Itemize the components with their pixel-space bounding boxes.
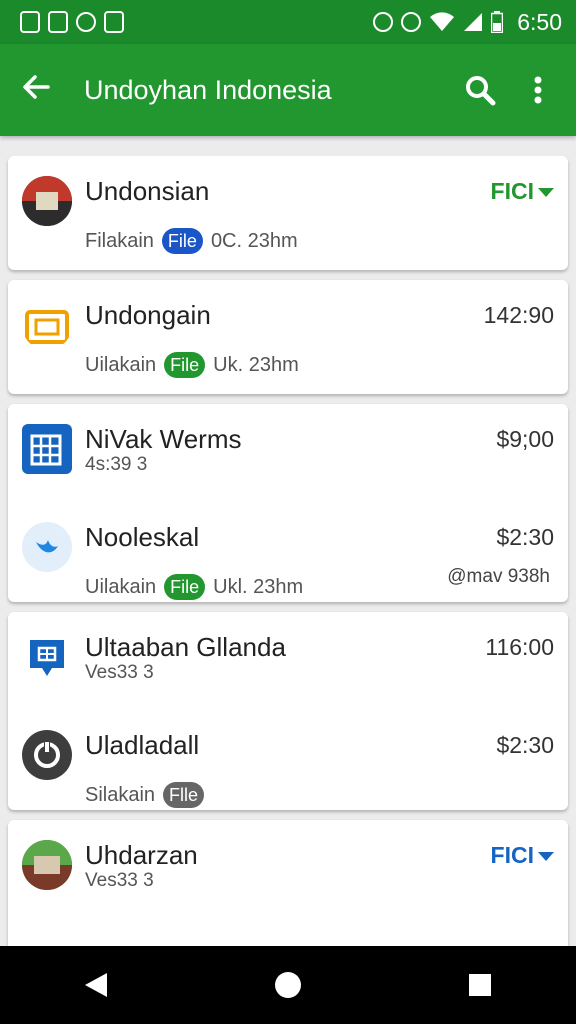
notification-icon (48, 11, 68, 33)
gate-icon (22, 300, 72, 350)
item-sub-value: Uk. 23hm (213, 353, 299, 376)
item-name: Undongain (85, 300, 211, 330)
list-card: Ultaaban Gllanda Ves33 3 116:00 Uladlada… (8, 612, 568, 810)
location-pin-icon (22, 632, 72, 682)
file-badge: File (164, 352, 206, 378)
group-photo-avatar (22, 176, 72, 226)
building-icon (22, 424, 72, 474)
item-subline: Filakain File 0C. 23hm (85, 228, 298, 254)
bird-icon (22, 522, 72, 572)
list-card: Undonsian Filakain File 0C. 23hm FICI (8, 156, 568, 270)
item-name: Ultaaban Gllanda (85, 632, 286, 662)
item-status[interactable]: FICI (491, 178, 554, 205)
item-name: Uhdarzan (85, 840, 198, 870)
chat-list[interactable]: Undonsian Filakain File 0C. 23hm FICI Un… (0, 156, 576, 946)
system-nav-bar (0, 946, 576, 1024)
item-name: Uladladall (85, 730, 200, 760)
item-sub-label: Uilakain (85, 353, 157, 376)
back-nav-button[interactable] (66, 955, 126, 1015)
list-item[interactable]: Undongain Uilakain File Uk. 23hm 142:90 (8, 280, 568, 394)
home-nav-button[interactable] (258, 955, 318, 1015)
file-badge: Flle (163, 782, 205, 808)
back-arrow-icon[interactable] (22, 71, 62, 110)
signal-icon (464, 13, 483, 31)
list-item[interactable]: Undonsian Filakain File 0C. 23hm FICI (8, 156, 568, 270)
chevron-down-icon (538, 188, 554, 198)
item-price: $2:30 (496, 732, 554, 758)
item-sub: Ves33 3 (85, 870, 154, 891)
app-bar: Undoyhan Indonesia (0, 44, 576, 136)
page-title: Undoyhan Indonesia (84, 74, 332, 105)
item-sub-label: Filakain (85, 229, 154, 252)
item-sub-value: Ukl. 23hm (213, 575, 304, 598)
search-icon[interactable] (460, 70, 500, 110)
list-card: NiVak Werms 4s:39 3 $9;00 Nooleskal Uila… (8, 404, 568, 602)
list-item[interactable]: NiVak Werms 4s:39 3 $9;00 (8, 404, 568, 502)
file-badge: File (161, 228, 203, 254)
item-subline: Silakain Flle (85, 782, 205, 808)
list-item[interactable]: Uhdarzan Ves33 3 FICI (8, 820, 568, 946)
item-name: Nooleskal (85, 522, 200, 552)
file-badge: File (164, 574, 206, 600)
item-sub-label: Uilakain (85, 575, 157, 598)
item-status[interactable]: FICI (491, 842, 554, 869)
list-item[interactable]: Uladladall Silakain Flle $2:30 (8, 710, 568, 810)
recents-nav-button[interactable] (450, 955, 510, 1015)
item-subline: Uilakain File Ukl. 23hm (85, 574, 303, 600)
notification-icon (104, 11, 124, 33)
item-price: $9;00 (496, 426, 554, 452)
item-name: NiVak Werms (85, 424, 242, 454)
status-bar: 6:50 (0, 0, 576, 44)
item-time: 116:00 (485, 634, 554, 660)
item-sub: 4s:39 3 (85, 454, 148, 475)
list-item[interactable]: Nooleskal Uilakain File Ukl. 23hm $2:30 … (8, 502, 568, 602)
more-options-icon[interactable] (518, 70, 558, 110)
chevron-down-icon (538, 852, 554, 862)
list-item[interactable]: Ultaaban Gllanda Ves33 3 116:00 (8, 612, 568, 710)
item-name: Undonsian (85, 176, 210, 206)
item-mention: @mav 938h (447, 566, 550, 587)
vibrate-icon (373, 12, 394, 32)
status-time: 6:50 (517, 8, 562, 35)
wifi-icon (430, 12, 455, 31)
item-sub: Ves33 3 (85, 662, 154, 683)
status-indicators: 6:50 (373, 9, 562, 36)
item-subline: Uilakain File Uk. 23hm (85, 352, 299, 378)
group-photo-avatar (22, 840, 72, 890)
alarm-icon (401, 12, 422, 32)
battery-icon (491, 11, 504, 33)
notification-icon (20, 11, 40, 33)
list-card: Uhdarzan Ves33 3 FICI (8, 820, 568, 946)
item-price: $2:30 (496, 524, 554, 550)
notification-icon (76, 12, 96, 32)
item-sub-label: Silakain (85, 783, 156, 806)
status-notifications (20, 11, 124, 33)
list-card: Undongain Uilakain File Uk. 23hm 142:90 (8, 280, 568, 394)
item-sub-value: 0C. 23hm (210, 229, 298, 252)
item-time: 142:90 (483, 302, 554, 328)
power-icon (22, 730, 72, 780)
